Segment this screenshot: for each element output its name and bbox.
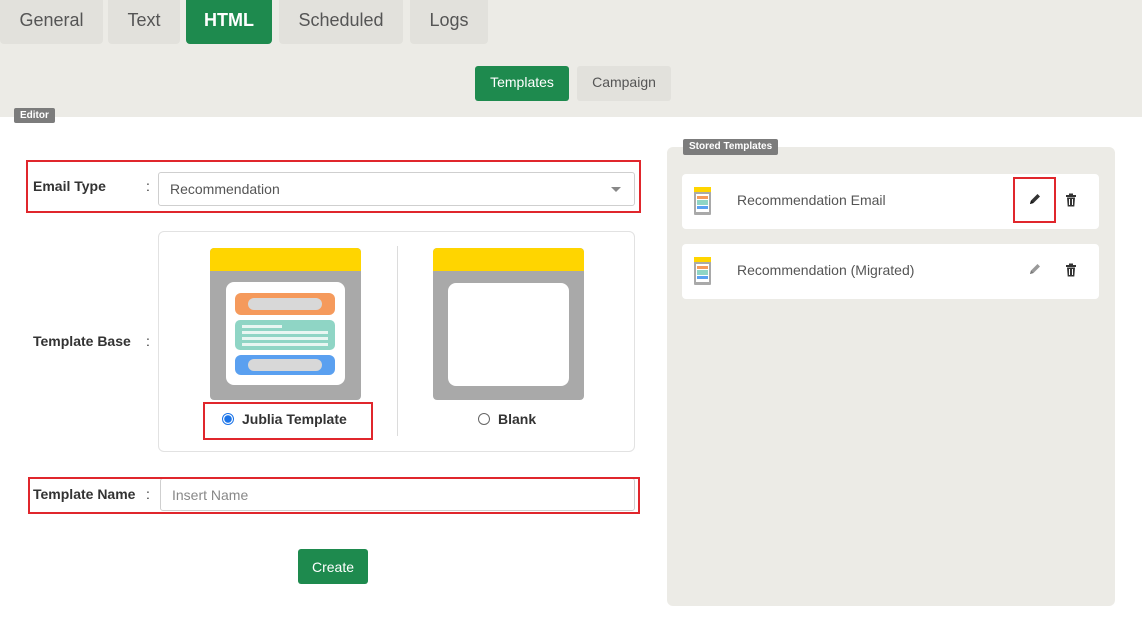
template-name-colon: : xyxy=(146,486,150,502)
stored-template-name: Recommendation Email xyxy=(737,192,886,208)
template-layout-icon xyxy=(235,293,335,375)
template-icon xyxy=(694,257,711,285)
tab-logs[interactable]: Logs xyxy=(410,0,488,44)
stored-template-item[interactable]: Recommendation (Migrated) xyxy=(682,244,1099,299)
jublia-template-preview[interactable] xyxy=(210,248,361,400)
radio-unselected-icon xyxy=(478,413,490,425)
blank-template-radio[interactable]: Blank xyxy=(478,411,536,427)
template-base-colon: : xyxy=(146,333,150,349)
stored-template-item[interactable]: Recommendation Email xyxy=(682,174,1099,229)
blank-template-label: Blank xyxy=(498,411,537,427)
trash-icon[interactable] xyxy=(1065,193,1077,207)
top-nav-area: General Text HTML Scheduled Logs Templat… xyxy=(0,0,1142,117)
stored-template-name: Recommendation (Migrated) xyxy=(737,262,915,278)
pencil-icon[interactable] xyxy=(1028,192,1042,206)
template-icon xyxy=(694,187,711,215)
template-name-input[interactable] xyxy=(160,478,635,511)
tab-scheduled[interactable]: Scheduled xyxy=(279,0,403,44)
trash-icon[interactable] xyxy=(1065,263,1077,277)
email-type-value: Recommendation xyxy=(170,181,280,197)
email-type-colon: : xyxy=(146,178,150,194)
pencil-icon[interactable] xyxy=(1028,262,1042,276)
jublia-template-label: Jublia Template xyxy=(242,411,347,427)
radio-selected-icon xyxy=(222,413,234,425)
template-base-divider xyxy=(397,246,398,436)
template-base-label: Template Base xyxy=(33,333,131,349)
tab-general[interactable]: General xyxy=(0,0,103,44)
jublia-template-radio[interactable]: Jublia Template xyxy=(222,411,347,427)
email-type-select[interactable]: Recommendation xyxy=(158,172,635,206)
blank-template-preview[interactable] xyxy=(433,248,584,400)
tab-html[interactable]: HTML xyxy=(186,0,272,44)
tab-text[interactable]: Text xyxy=(108,0,180,44)
chevron-down-icon xyxy=(611,187,621,192)
stored-templates-badge: Stored Templates xyxy=(683,139,779,155)
email-type-label: Email Type xyxy=(33,178,106,194)
template-name-label: Template Name xyxy=(33,486,136,502)
editor-badge: Editor xyxy=(14,108,55,123)
subtab-campaign[interactable]: Campaign xyxy=(577,66,671,101)
subtab-templates[interactable]: Templates xyxy=(475,66,569,101)
create-button[interactable]: Create xyxy=(298,549,368,584)
